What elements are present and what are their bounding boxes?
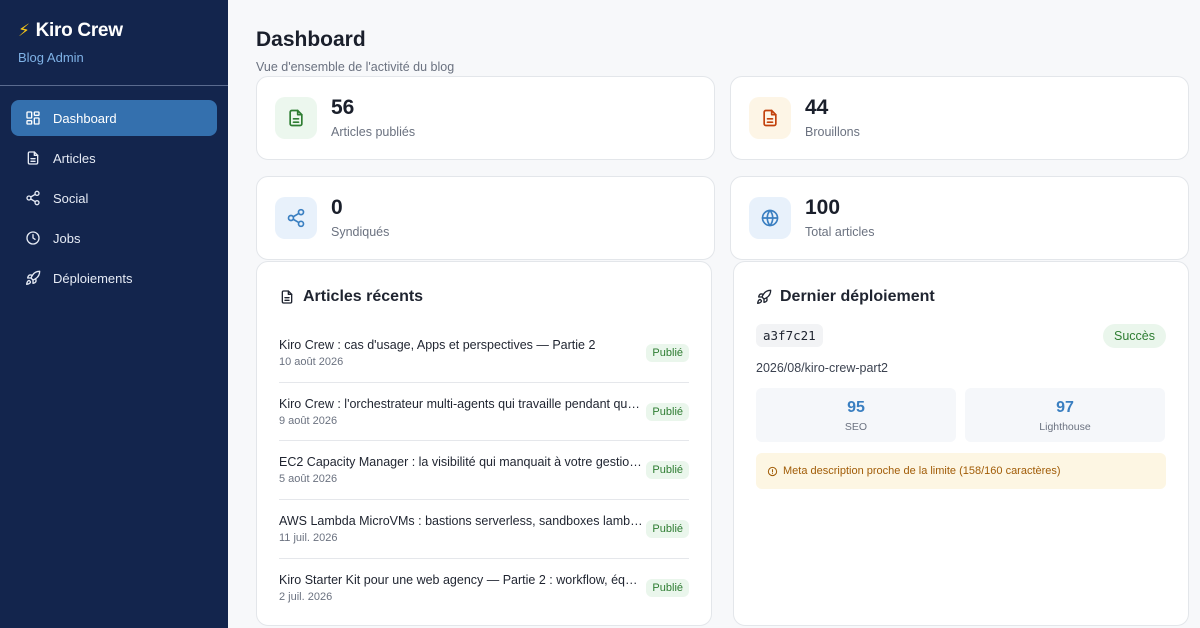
stat-label: Syndiqués [331, 225, 390, 239]
share-icon [287, 208, 305, 228]
article-date: 2 juil. 2026 [279, 591, 333, 604]
document-icon [763, 109, 777, 127]
brand-title[interactable]: ⚡ Kiro Crew [18, 20, 210, 42]
score-label: Lighthouse [1039, 421, 1091, 433]
stat-value: 100 [805, 196, 841, 219]
score-value: 97 [1056, 399, 1074, 416]
panel-header: Articles récents [279, 288, 689, 306]
status-badge: Succès [1103, 324, 1166, 348]
sidebar-item-label: Jobs [53, 230, 81, 246]
status-badge: Publié [646, 402, 689, 421]
sidebar-item-social[interactable]: Social [11, 180, 217, 216]
sidebar-item-label: Articles [53, 150, 96, 166]
article-date: 11 juil. 2026 [279, 531, 338, 544]
page-subtitle: Vue d'ensemble de l'activité du blog [256, 60, 455, 74]
sidebar-item-deployments[interactable]: Déploiements [11, 260, 217, 296]
score-label: SEO [844, 421, 868, 433]
article-date: 9 août 2026 [279, 414, 338, 427]
list-item[interactable]: AWS Lambda MicroVMs : bastions serverles… [279, 500, 689, 559]
score-lighthouse: 97 Lighthouse [965, 388, 1165, 442]
stat-icon-drafts [749, 97, 791, 139]
article-title: Kiro Crew : cas d'usage, Apps et perspec… [279, 337, 596, 352]
sidebar-item-jobs[interactable]: Jobs [11, 220, 217, 256]
status-badge: Publié [646, 461, 689, 480]
stat-icon-syndicated [275, 197, 317, 239]
score-seo: 95 SEO [756, 388, 956, 442]
sidebar-item-label: Social [53, 190, 89, 206]
brand: ⚡ Kiro Crew Blog Admin [0, 0, 228, 86]
document-icon [27, 151, 39, 165]
last-deployment-panel: Dernier déploiement a3f7c21 Succès 2026/… [733, 261, 1189, 626]
stat-label: Articles publiés [331, 125, 416, 139]
article-date: 10 août 2026 [279, 355, 344, 368]
rocket-icon [757, 289, 772, 304]
article-title: EC2 Capacity Manager : la visibilité qui… [279, 455, 643, 470]
sidebar-item-articles[interactable]: Articles [11, 140, 217, 176]
lightning-icon: ⚡ [18, 21, 30, 40]
list-item[interactable]: Kiro Starter Kit pour une web agency — P… [279, 559, 689, 618]
stat-label: Total articles [805, 225, 875, 239]
score-value: 95 [847, 399, 865, 416]
list-item[interactable]: Kiro Crew : l'orchestrateur multi-agents… [279, 383, 689, 442]
share-icon [26, 190, 40, 206]
deploy-path: 2026/08/kiro-crew-part2 [756, 361, 889, 375]
document-icon [281, 290, 293, 304]
warning-text: Meta description proche de la limite (15… [783, 465, 1061, 477]
articles-list: Kiro Crew : cas d'usage, Apps et perspec… [279, 324, 689, 617]
brand-subtitle: Blog Admin [18, 50, 84, 65]
article-title: Kiro Crew : l'orchestrateur multi-agents… [279, 396, 643, 411]
dashboard-icon [26, 111, 40, 125]
sidebar-item-label: Dashboard [53, 110, 117, 126]
stat-value: 0 [331, 196, 343, 219]
sidebar-nav: Dashboard Articles Social Jobs Déploieme… [0, 86, 228, 314]
sidebar-item-dashboard[interactable]: Dashboard [11, 100, 217, 136]
warning-banner: Meta description proche de la limite (15… [756, 453, 1166, 489]
panel-header: Dernier déploiement [756, 288, 935, 306]
sidebar: ⚡ Kiro Crew Blog Admin Dashboard Article… [0, 0, 228, 628]
stat-card-total: 100 Total articles [730, 176, 1189, 260]
rocket-icon [26, 270, 41, 285]
status-badge: Publié [646, 519, 689, 538]
article-date: 5 août 2026 [279, 473, 338, 486]
status-badge: Publié [646, 343, 689, 362]
stat-icon-published [275, 97, 317, 139]
commit-hash[interactable]: a3f7c21 [756, 324, 823, 347]
recent-articles-panel: Articles récents Kiro Crew : cas d'usage… [256, 261, 712, 626]
main-content: Dashboard Vue d'ensemble de l'activité d… [228, 0, 1200, 628]
stat-label: Brouillons [805, 125, 860, 139]
panel-title: Dernier déploiement [780, 288, 935, 305]
list-item[interactable]: EC2 Capacity Manager : la visibilité qui… [279, 441, 689, 501]
stat-card-published: 56 Articles publiés [256, 76, 715, 160]
globe-icon [761, 209, 779, 227]
stat-card-drafts: 44 Brouillons [730, 76, 1189, 160]
stat-value: 44 [805, 96, 829, 119]
status-badge: Publié [646, 579, 689, 598]
clock-icon [26, 231, 40, 245]
article-title: AWS Lambda MicroVMs : bastions serverles… [279, 513, 643, 528]
panel-title: Articles récents [303, 288, 424, 305]
page-title: Dashboard [256, 28, 366, 51]
list-item[interactable]: Kiro Crew : cas d'usage, Apps et perspec… [279, 324, 689, 383]
stat-card-syndicated: 0 Syndiqués [256, 176, 715, 260]
document-icon [289, 109, 303, 127]
brand-name: Kiro Crew [35, 20, 123, 41]
stat-value: 56 [331, 96, 355, 119]
stat-icon-total [749, 197, 791, 239]
info-icon [767, 466, 778, 476]
article-title: Kiro Starter Kit pour une web agency — P… [279, 573, 643, 588]
sidebar-item-label: Déploiements [53, 270, 133, 286]
